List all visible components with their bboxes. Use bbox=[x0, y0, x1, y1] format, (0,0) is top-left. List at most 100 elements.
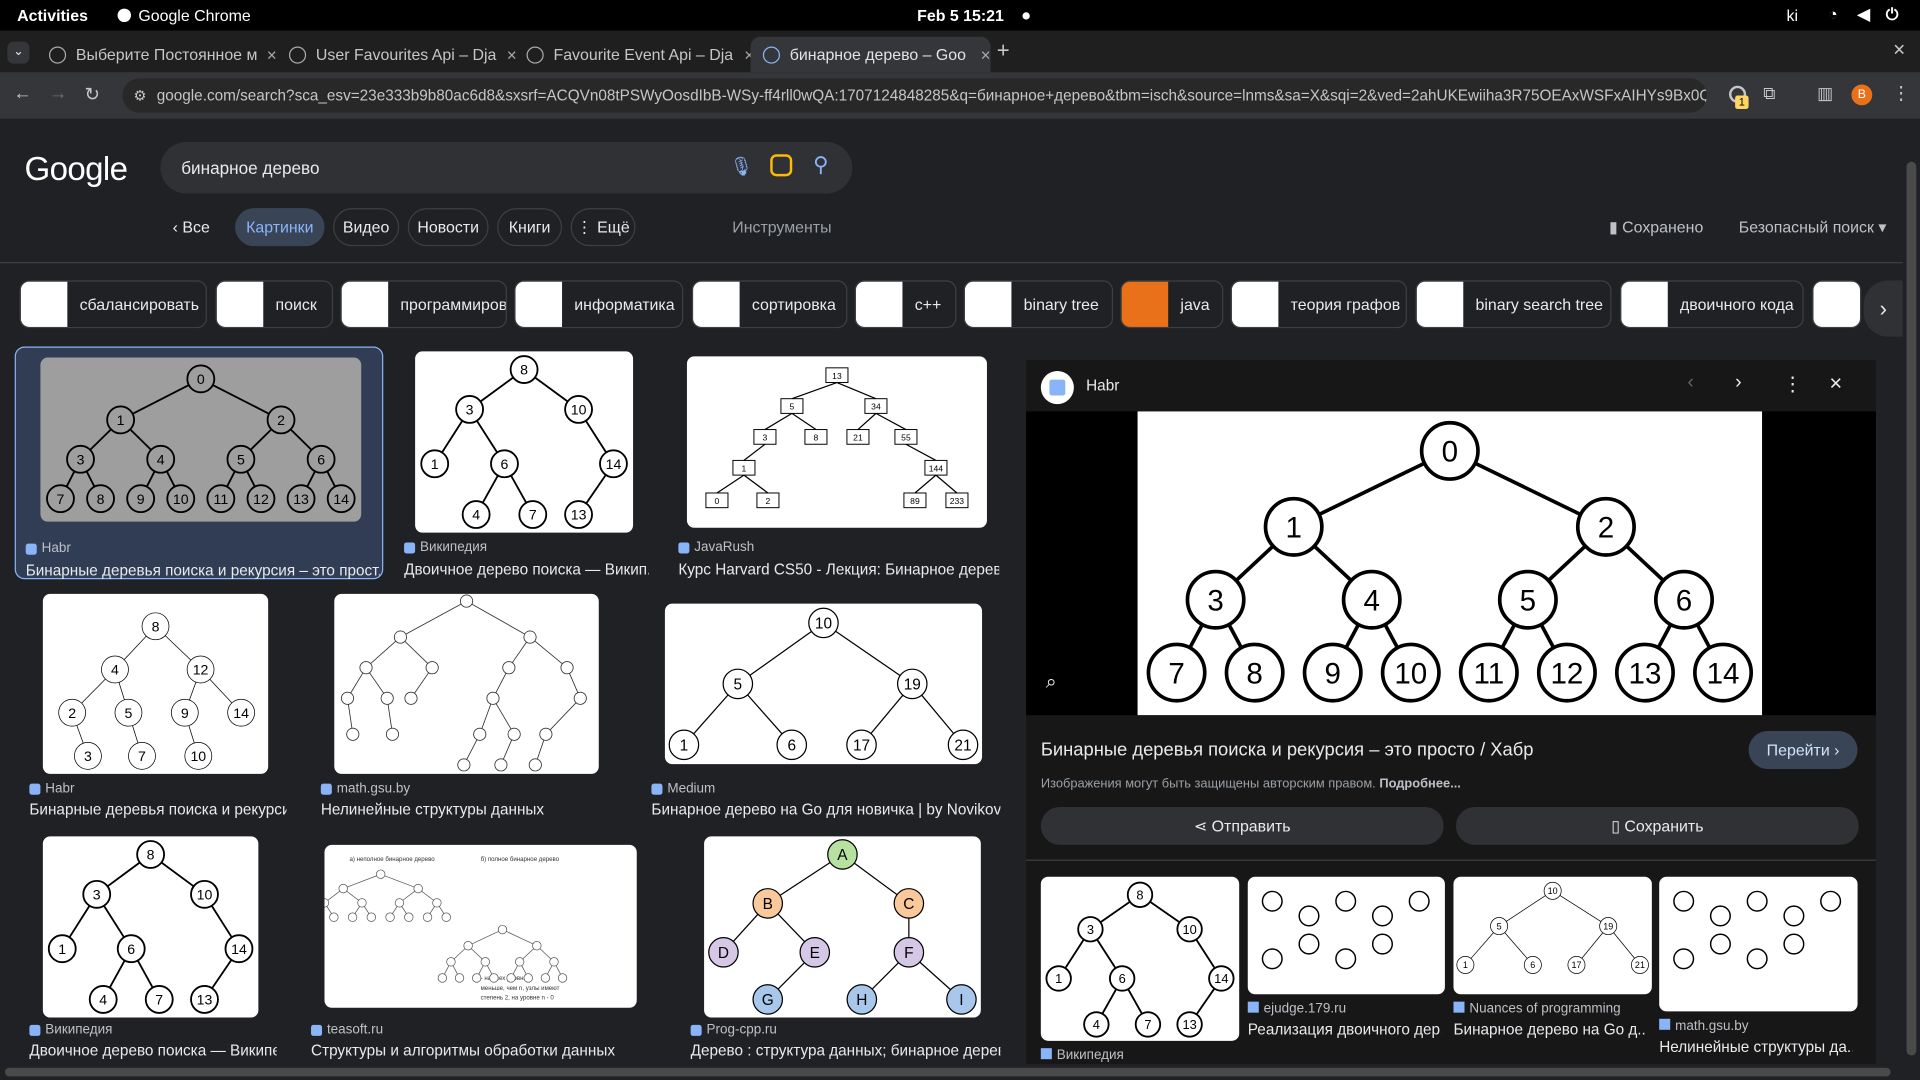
app-name[interactable]: Google Chrome bbox=[138, 6, 250, 24]
new-tab-icon[interactable]: + bbox=[997, 38, 1010, 64]
vertical-scrollbar[interactable] bbox=[1902, 118, 1920, 1065]
address-bar[interactable]: ⚙ google.com/search?sca_esv=23e333b9b80a… bbox=[122, 78, 1707, 113]
side-panel-icon[interactable]: ▥ bbox=[1817, 83, 1833, 104]
image-result[interactable]: math.gsu.by Нелинейные структуры данных bbox=[311, 593, 623, 821]
more-options-icon[interactable]: ⋮ bbox=[1783, 372, 1803, 396]
result-image[interactable]: A B C D E F G H I bbox=[704, 836, 981, 1018]
search-input[interactable]: бинарное дерево 🎙 ⚲ bbox=[160, 142, 853, 194]
result-source[interactable]: Википедия bbox=[29, 1022, 112, 1037]
similar-image[interactable]: 8 3 10 1 6 14 4 7 13 bbox=[1040, 876, 1240, 1041]
result-source[interactable]: Википедия bbox=[404, 540, 487, 555]
related-chip[interactable]: поиск bbox=[215, 280, 334, 329]
filter-news[interactable]: Новости bbox=[407, 208, 489, 247]
site-info-icon[interactable]: ⚙ bbox=[133, 87, 146, 104]
close-window-icon[interactable]: × bbox=[1893, 38, 1905, 62]
similar-image[interactable]: 10 5 19 1 6 17 21 bbox=[1453, 876, 1652, 995]
result-title[interactable]: Двоичное дерево поиска — Викип... bbox=[404, 561, 649, 578]
result-source[interactable]: Habr bbox=[25, 541, 71, 556]
result-image[interactable] bbox=[334, 593, 599, 774]
similar-source[interactable]: ejudge.179.ru bbox=[1247, 1001, 1346, 1016]
similar-image[interactable] bbox=[1247, 876, 1445, 995]
horizontal-scrollbar[interactable] bbox=[0, 1064, 1920, 1080]
profile-avatar[interactable]: B bbox=[1851, 84, 1873, 106]
similar-source[interactable]: math.gsu.by bbox=[1659, 1018, 1748, 1033]
back-icon[interactable]: ← bbox=[13, 83, 31, 104]
result-source[interactable]: JavaRush bbox=[678, 540, 754, 555]
saved-button[interactable]: ▮ Сохранено bbox=[1609, 218, 1703, 238]
panel-site-name[interactable]: Habr bbox=[1086, 377, 1119, 394]
result-image[interactable]: 8 3 10 1 6 14 4 7 13 bbox=[415, 351, 634, 533]
close-tab-icon[interactable]: × bbox=[267, 45, 277, 65]
image-result[interactable]: A B C D E F G H I Prog-cpp.ru Дерево : структура д… bbox=[681, 836, 1005, 1064]
image-result[interactable]: 8 4 12 2 5 9 14 3 7 10 Habr Бинарные деревья поиска… bbox=[20, 593, 292, 821]
result-image[interactable]: 8 4 12 2 5 9 14 3 7 10 bbox=[42, 593, 269, 774]
google-logo[interactable]: Google bbox=[24, 151, 128, 189]
puzzle-icon[interactable]: ⧉ bbox=[1763, 83, 1775, 104]
similar-title[interactable]: Реализация двоичного дер... bbox=[1248, 1021, 1441, 1038]
result-title[interactable]: Нелинейные структуры данных bbox=[321, 801, 619, 818]
related-chip[interactable]: сбалансировать bbox=[19, 280, 207, 329]
tab-2[interactable]: User Favourites Api – Dja × bbox=[277, 37, 517, 73]
next-icon[interactable]: › bbox=[1735, 372, 1742, 394]
volume-icon[interactable]: ◀ bbox=[1858, 5, 1870, 25]
activities-button[interactable]: Activities bbox=[17, 6, 88, 24]
result-source[interactable]: Prog-cpp.ru bbox=[690, 1022, 777, 1037]
result-title[interactable]: Бинарные деревья поиска и рекурси... bbox=[29, 801, 286, 818]
similar-source[interactable]: Nuances of programming bbox=[1453, 1001, 1621, 1016]
related-chip[interactable]: программирование bbox=[340, 280, 507, 329]
related-next-icon[interactable]: › bbox=[1863, 280, 1903, 337]
filter-video[interactable]: Видео bbox=[333, 208, 400, 247]
forward-icon[interactable]: → bbox=[49, 83, 67, 104]
input-method[interactable]: ki bbox=[1787, 6, 1798, 24]
similar-image[interactable] bbox=[1659, 876, 1858, 1012]
reload-icon[interactable]: ↻ bbox=[84, 83, 99, 105]
related-chip[interactable]: информатика bbox=[514, 280, 684, 329]
wifi-icon[interactable]: ◔ bbox=[1828, 5, 1838, 23]
safe-search-button[interactable]: Безопасный поиск ▾ bbox=[1739, 218, 1887, 238]
related-chip[interactable] bbox=[1812, 280, 1862, 329]
result-source[interactable]: Medium bbox=[651, 781, 715, 796]
tab-1[interactable]: Выберите Постоянное м × bbox=[37, 37, 277, 73]
similar-title[interactable]: Бинарное дерево на Go д... bbox=[1453, 1021, 1646, 1038]
result-image[interactable]: 0 1 2 3 4 5 6 7 8 9 10 11 12 13 14 bbox=[40, 357, 362, 522]
image-result[interactable]: а) неполное бинарное дерево б) полное бин… bbox=[301, 836, 661, 1064]
learn-more-link[interactable]: Подробнее... bbox=[1379, 776, 1461, 791]
tab-search-icon[interactable]: ⌄ bbox=[7, 41, 30, 64]
image-result[interactable]: 8 3 10 1 6 14 4 7 13 Википедия Двоичное дерево пои… bbox=[20, 836, 282, 1064]
clock[interactable]: Feb 5 15:21 bbox=[917, 6, 1004, 24]
tab-4-active[interactable]: бинарное дерево – Goo × bbox=[750, 36, 991, 73]
related-chip[interactable]: двоичного кода bbox=[1620, 280, 1804, 329]
lens-search-icon[interactable]: ⌕ bbox=[1046, 672, 1057, 694]
image-result[interactable]: 13 5 34 3 8 21 55 1 144 0 2 89 233 JavaRush Курс Harva… bbox=[669, 347, 1005, 580]
filter-books[interactable]: Книги bbox=[497, 208, 563, 247]
filter-images[interactable]: Картинки bbox=[235, 208, 325, 247]
mic-icon[interactable]: 🎙 bbox=[730, 156, 753, 178]
result-title[interactable]: Бинарное дерево на Go для новичка | by N… bbox=[651, 801, 1000, 818]
menu-kebab-icon[interactable]: ⋮ bbox=[1892, 82, 1910, 104]
result-image[interactable]: 10 5 19 1 6 17 21 bbox=[664, 603, 983, 765]
similar-title[interactable]: Нелинейные структуры да... bbox=[1659, 1038, 1852, 1055]
related-chip[interactable]: c++ bbox=[854, 280, 957, 329]
result-source[interactable]: teasoft.ru bbox=[311, 1022, 383, 1037]
image-result[interactable]: 8 3 10 1 6 14 4 7 13 Википедия Двоичное дерево пои… bbox=[394, 347, 654, 580]
power-icon[interactable]: ⏻ bbox=[1886, 5, 1899, 25]
visit-button[interactable]: Перейти › bbox=[1748, 731, 1858, 769]
result-image[interactable]: 13 5 34 3 8 21 55 1 144 0 2 89 233 bbox=[686, 356, 987, 528]
result-source[interactable]: math.gsu.by bbox=[320, 781, 410, 796]
save-button[interactable]: ▯ Сохранить bbox=[1455, 806, 1859, 845]
image-result[interactable]: 10 5 19 1 6 17 21 Medium Бинарное дерево на Go д… bbox=[642, 594, 1006, 821]
related-chip[interactable]: binary tree bbox=[963, 280, 1114, 329]
close-panel-icon[interactable]: × bbox=[1829, 371, 1842, 397]
result-image[interactable]: а) неполное бинарное дерево б) полное бин… bbox=[324, 844, 637, 1008]
share-button[interactable]: ⋖ Отправить bbox=[1040, 806, 1444, 845]
related-chip[interactable]: сортировка bbox=[691, 280, 848, 329]
tools-button[interactable]: Инструменты bbox=[732, 218, 831, 236]
result-title[interactable]: Курс Harvard CS50 - Лекция: Бинарное дер… bbox=[678, 561, 999, 578]
related-chip[interactable]: binary search tree bbox=[1415, 280, 1612, 329]
image-result[interactable]: 0 1 2 3 4 5 6 7 8 9 10 11 12 13 14 Habr Бинарные деревья… bbox=[14, 346, 384, 580]
result-title[interactable]: Бинарные деревья поиска и рекурсия – это… bbox=[26, 562, 380, 579]
preview-image[interactable]: 0 1 2 3 4 5 6 7 8 9 10 11 12 13 14 bbox=[1137, 411, 1763, 716]
result-title[interactable]: Двоичное дерево поиска — Википе... bbox=[29, 1042, 276, 1059]
related-chip[interactable]: java bbox=[1120, 280, 1224, 329]
back-to-all[interactable]: ‹ Все bbox=[173, 218, 210, 236]
